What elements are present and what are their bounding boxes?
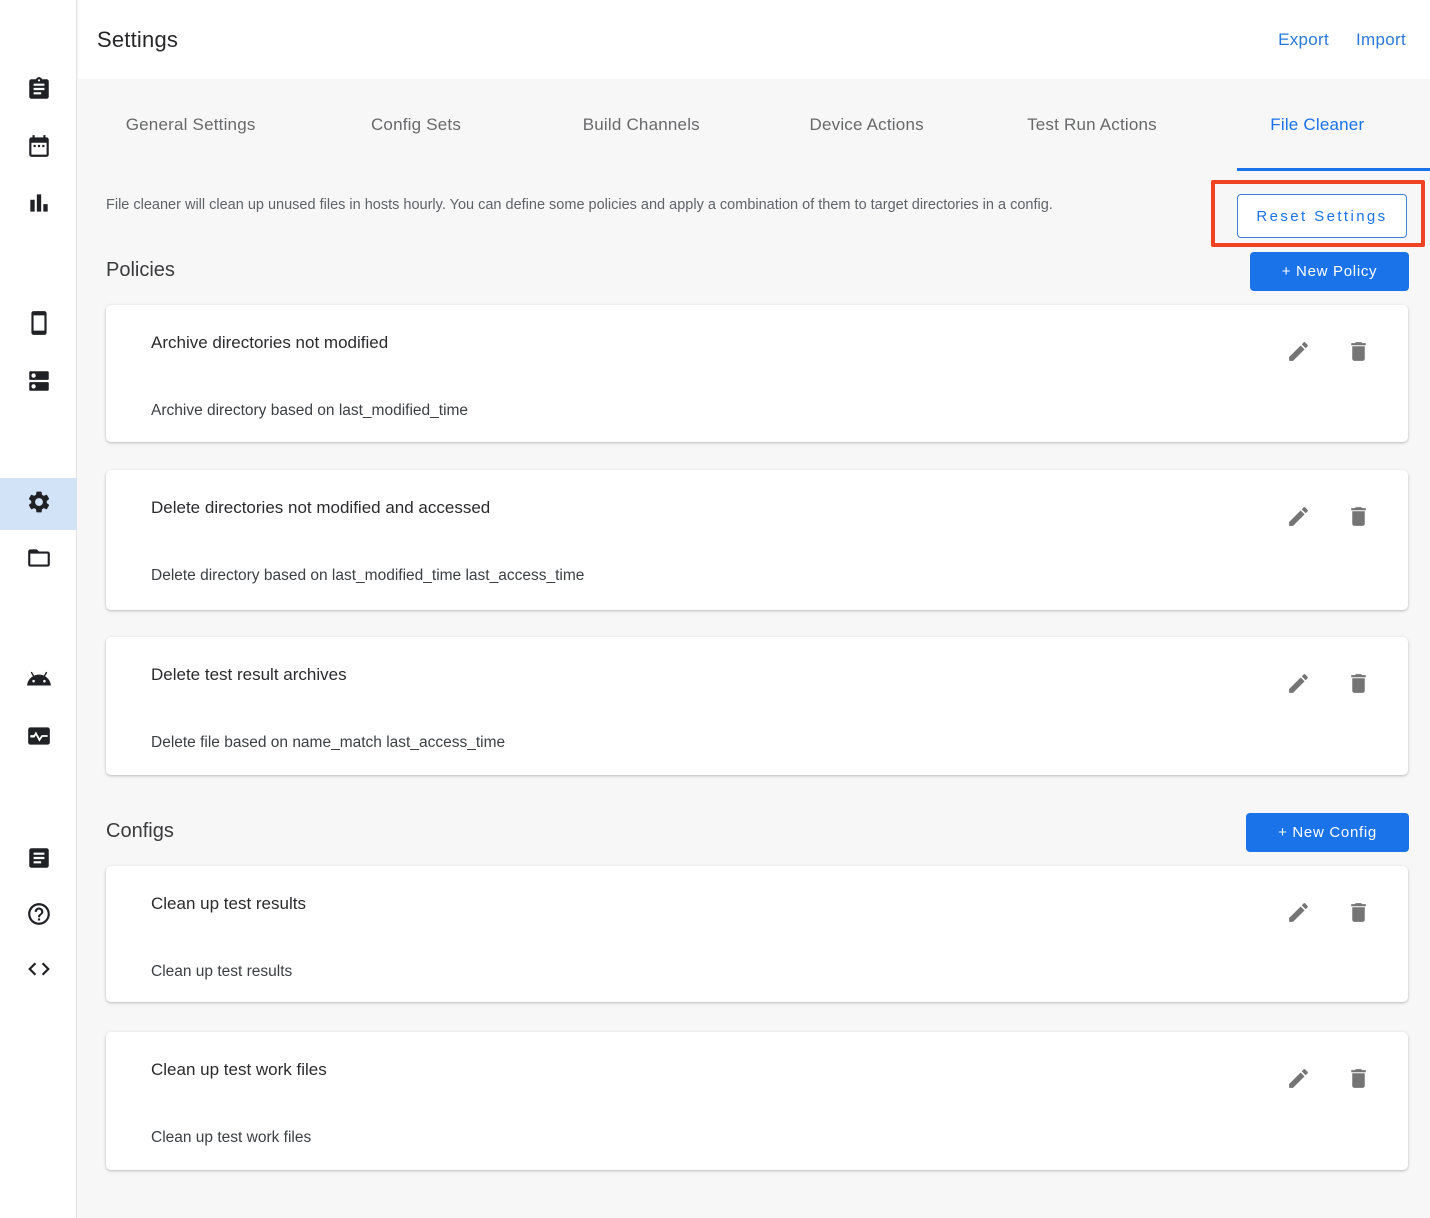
policy-card: Delete directories not modified and acce… [106, 470, 1408, 610]
help-icon [26, 901, 52, 932]
tab-general-settings[interactable]: General Settings [78, 79, 303, 171]
policy-name: Archive directories not modified [151, 333, 388, 353]
edit-config-button[interactable] [1286, 900, 1311, 925]
sidebar-item-monitoring[interactable] [0, 712, 77, 764]
clipboard-icon [26, 76, 52, 107]
main-content: Settings Export Import General Settings … [78, 0, 1430, 1218]
config-card: Clean up test results Clean up test resu… [106, 866, 1408, 1002]
folder-icon [26, 545, 52, 576]
delete-config-button[interactable] [1346, 1066, 1371, 1091]
config-name: Clean up test work files [151, 1060, 327, 1080]
sidebar-item-bar-chart[interactable] [0, 179, 77, 231]
config-description: Clean up test results [151, 963, 292, 981]
delete-config-button[interactable] [1346, 900, 1371, 925]
android-icon [26, 666, 52, 697]
configs-heading: Configs [106, 820, 174, 843]
sidebar-item-calendar[interactable] [0, 122, 77, 174]
pencil-icon [1286, 913, 1311, 928]
sidebar-item-clipboard[interactable] [0, 65, 77, 117]
sidebar-item-folder[interactable] [0, 534, 77, 586]
delete-policy-button[interactable] [1346, 339, 1371, 364]
policy-actions [1286, 504, 1371, 529]
config-description: Clean up test work files [151, 1129, 311, 1147]
settings-page: Settings Export Import General Settings … [0, 0, 1430, 1218]
trash-icon [1346, 913, 1371, 928]
policies-heading: Policies [106, 259, 175, 282]
tab-test-run-actions[interactable]: Test Run Actions [979, 79, 1204, 171]
tab-build-channels[interactable]: Build Channels [529, 79, 754, 171]
gear-icon [26, 489, 52, 520]
policy-actions [1286, 339, 1371, 364]
policy-actions [1286, 671, 1371, 696]
pencil-icon [1286, 684, 1311, 699]
active-tab-indicator [1237, 168, 1430, 171]
sidebar-item-smartphone[interactable] [0, 299, 77, 351]
article-icon [26, 845, 52, 876]
config-actions [1286, 900, 1371, 925]
sidebar-item-settings[interactable] [0, 478, 77, 530]
pencil-icon [1286, 517, 1311, 532]
file-cleaner-description: File cleaner will clean up unused files … [106, 196, 1106, 215]
tab-config-sets[interactable]: Config Sets [303, 79, 528, 171]
page-title: Settings [97, 27, 178, 53]
sidebar-item-storage[interactable] [0, 357, 77, 409]
pulse-card-icon [26, 723, 52, 754]
edit-policy-button[interactable] [1286, 504, 1311, 529]
policy-description: Archive directory based on last_modified… [151, 402, 468, 420]
tab-device-actions[interactable]: Device Actions [754, 79, 979, 171]
new-policy-button[interactable]: + New Policy [1250, 252, 1409, 291]
tab-file-cleaner[interactable]: File Cleaner [1205, 79, 1430, 171]
policy-card: Archive directories not modified Archive… [106, 305, 1408, 442]
delete-policy-button[interactable] [1346, 671, 1371, 696]
delete-policy-button[interactable] [1346, 504, 1371, 529]
page-header: Settings Export Import [78, 0, 1430, 79]
trash-icon [1346, 684, 1371, 699]
config-card: Clean up test work files Clean up test w… [106, 1032, 1408, 1170]
trash-icon [1346, 517, 1371, 532]
sidebar-item-article[interactable] [0, 834, 77, 886]
header-links: Export Import [1278, 30, 1406, 50]
policy-card: Delete test result archives Delete file … [106, 637, 1408, 775]
config-name: Clean up test results [151, 894, 306, 914]
new-config-button[interactable]: + New Config [1246, 813, 1409, 852]
pencil-icon [1286, 352, 1311, 367]
policy-name: Delete directories not modified and acce… [151, 498, 490, 518]
sidebar-item-help[interactable] [0, 890, 77, 942]
reset-settings-button[interactable]: Reset Settings [1237, 194, 1407, 238]
policy-description: Delete file based on name_match last_acc… [151, 734, 505, 752]
trash-icon [1346, 1079, 1371, 1094]
policy-description: Delete directory based on last_modified_… [151, 567, 584, 585]
edit-policy-button[interactable] [1286, 671, 1311, 696]
sidebar [0, 0, 77, 1218]
edit-policy-button[interactable] [1286, 339, 1311, 364]
sidebar-item-android[interactable] [0, 655, 77, 707]
settings-tabbar: General Settings Config Sets Build Chann… [78, 79, 1430, 171]
bar-chart-icon [26, 190, 52, 221]
storage-icon [26, 368, 52, 399]
calendar-icon [26, 133, 52, 164]
policy-name: Delete test result archives [151, 665, 347, 685]
pencil-icon [1286, 1079, 1311, 1094]
trash-icon [1346, 352, 1371, 367]
edit-config-button[interactable] [1286, 1066, 1311, 1091]
export-link[interactable]: Export [1278, 30, 1329, 50]
code-icon [26, 956, 52, 987]
import-link[interactable]: Import [1356, 30, 1406, 50]
smartphone-icon [26, 310, 52, 341]
config-actions [1286, 1066, 1371, 1091]
sidebar-item-code[interactable] [0, 945, 77, 997]
